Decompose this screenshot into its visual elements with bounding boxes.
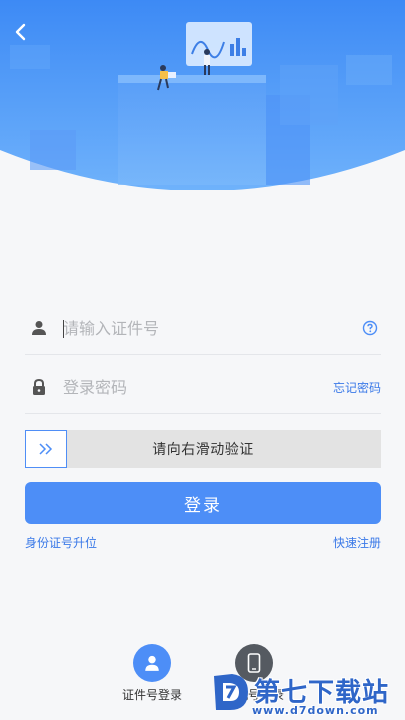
watermark: 第七下载站 www.d7down.com [208,668,403,720]
id-login-label: 证件号登录 [121,688,182,702]
id-number-field [25,302,381,355]
chevron-left-icon [15,23,26,41]
lock-icon [27,375,51,399]
forgot-password-link[interactable]: 忘记密码 [333,379,381,396]
back-button[interactable] [8,18,32,46]
watermark-url: www.d7down.com [252,704,379,717]
user-circle-icon [133,644,171,682]
hero-banner [0,0,405,190]
id-upgrade-link[interactable]: 身份证号升位 [25,534,97,551]
login-button[interactable]: 登录 [25,482,381,524]
slider-instruction: 请向右滑动验证 [152,442,254,458]
double-chevron-right-icon [39,443,53,455]
login-form: 忘记密码 请向右滑动验证 登录 身份证号升位 快速注册 [25,302,381,551]
password-field: 忘记密码 [25,361,381,414]
slider-handle[interactable] [25,430,67,468]
id-login-option[interactable]: 证件号登录 [112,644,192,703]
secondary-links: 身份证号升位 快速注册 [25,534,381,551]
password-input[interactable] [63,361,333,413]
text-cursor [63,320,64,338]
question-circle-icon[interactable] [361,319,379,337]
watermark-logo [214,674,248,710]
quick-register-link[interactable]: 快速注册 [333,534,381,551]
hero-illustration [0,0,405,190]
user-icon [27,316,51,340]
id-number-input[interactable] [63,302,361,354]
slide-verify[interactable]: 请向右滑动验证 [25,430,381,468]
